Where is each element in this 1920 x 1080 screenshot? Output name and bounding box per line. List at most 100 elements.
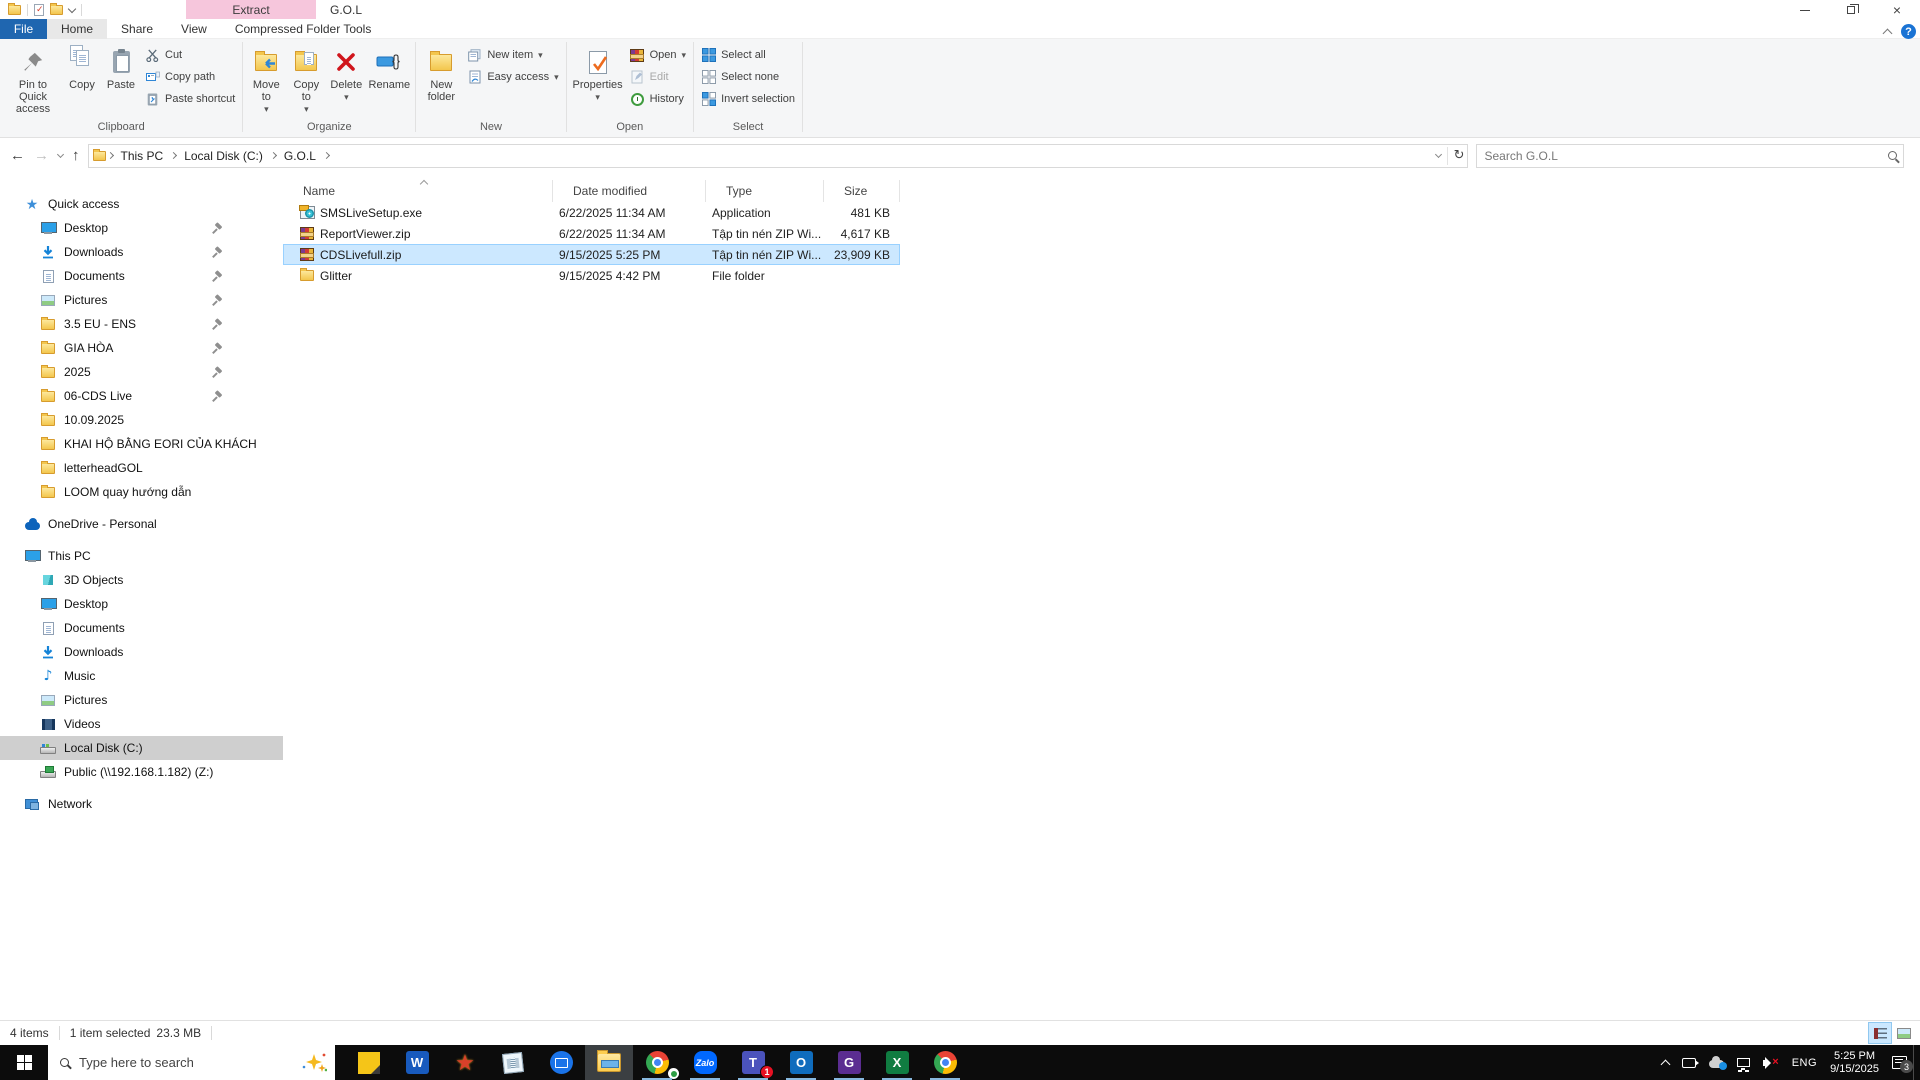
taskbar-search[interactable] [48,1045,335,1080]
network-tray-icon[interactable] [1736,1058,1750,1070]
search-input[interactable] [1482,147,1888,164]
address-dropdown-chevron-icon[interactable] [1434,150,1442,159]
tab-view[interactable]: View [167,19,221,39]
taskbar-app-chrome-1[interactable] [633,1045,681,1080]
details-view-button[interactable] [1868,1022,1892,1044]
open-button[interactable]: Open [630,45,686,65]
sidebar-item-06-cds-live[interactable]: 06-CDS Live [0,384,283,408]
recent-locations-chevron-icon[interactable] [56,150,65,159]
history-button[interactable]: History [630,89,686,109]
taskbar-app-zalo[interactable]: Zalo [681,1045,729,1080]
tab-share[interactable]: Share [107,19,167,39]
volume-muted-icon[interactable]: × [1762,1056,1779,1069]
column-header-name[interactable]: Name [283,179,553,202]
sidebar-item-khai-ho-bang-eori[interactable]: KHAI HỘ BẰNG EORI CỦA KHÁCH [0,432,283,456]
sidebar-item-pc-desktop[interactable]: Desktop [0,592,283,616]
copy-to-button[interactable]: Copy to [286,43,326,117]
breadcrumb-this-pc[interactable]: This PC [115,149,170,163]
sidebar-item-network[interactable]: Network [0,792,283,816]
copy-path-button[interactable]: Copy path [145,67,235,87]
sidebar-item-loom-quay-huong-dan[interactable]: LOOM quay hướng dẫn [0,480,283,504]
large-icons-view-button[interactable] [1892,1022,1916,1044]
new-folder-button[interactable]: New folder [419,43,463,105]
search-icon[interactable] [1887,151,1897,160]
rename-button[interactable]: Rename [366,43,412,93]
file-row-smslivesetup[interactable]: SMSLiveSetup.exe 6/22/2025 11:34 AM Appl… [283,202,900,223]
select-none-button[interactable]: Select none [701,67,795,87]
sidebar-item-gia-hoa[interactable]: GIA HÒA [0,336,283,360]
properties-button[interactable]: Properties [570,43,626,105]
clock[interactable]: 5:25 PM 9/15/2025 [1830,1050,1879,1076]
refresh-icon[interactable]: ↻ [1454,148,1465,163]
language-indicator[interactable]: ENG [1792,1057,1817,1069]
up-icon[interactable]: ↑ [72,147,80,164]
sidebar-item-letterheadgol[interactable]: letterheadGOL [0,456,283,480]
sidebar-item-pictures[interactable]: Pictures [0,288,283,312]
collapse-ribbon-icon[interactable] [1882,28,1893,39]
sidebar-item-10-09-2025[interactable]: 10.09.2025 [0,408,283,432]
breadcrumb[interactable]: This PC Local Disk (C:) G.O.L ↻ [87,143,1468,168]
close-button[interactable]: × [1874,0,1920,20]
invert-selection-button[interactable]: Invert selection [701,89,795,109]
delete-button[interactable]: Delete [326,43,366,105]
sidebar-item-desktop[interactable]: Desktop [0,216,283,240]
taskbar-app-chrome-2[interactable] [921,1045,969,1080]
copy-button[interactable]: Copy [63,43,101,93]
breadcrumb-local-disk-c[interactable]: Local Disk (C:) [178,149,269,163]
tab-home[interactable]: Home [47,19,108,39]
sidebar-item-downloads[interactable]: Downloads [0,240,283,264]
taskbar-app-ecus[interactable]: ★ [441,1045,489,1080]
taskbar-app-ultraviewer[interactable] [537,1045,585,1080]
taskbar-app-teams[interactable]: T 1 [729,1045,777,1080]
qat-folder-icon[interactable] [8,3,21,15]
minimize-button[interactable] [1782,0,1828,20]
sidebar-item-this-pc[interactable]: This PC [0,544,283,568]
sidebar-item-documents[interactable]: Documents [0,264,283,288]
help-icon[interactable]: ? [1901,24,1916,39]
sidebar-item-pc-pictures[interactable]: Pictures [0,688,283,712]
breadcrumb-gol[interactable]: G.O.L [278,149,322,163]
paste-shortcut-button[interactable]: Paste shortcut [145,89,235,109]
taskbar-app-word[interactable]: W [393,1045,441,1080]
taskbar-app-purple[interactable]: G [825,1045,873,1080]
sidebar-item-quick-access[interactable]: Quick access [0,192,283,216]
sidebar-item-pc-downloads[interactable]: Downloads [0,640,283,664]
column-header-size[interactable]: Size [824,180,900,202]
sidebar-item-pc-documents[interactable]: Documents [0,616,283,640]
file-row-cdslivefull-selected[interactable]: CDSLivefull.zip 9/15/2025 5:25 PM Tập ti… [283,244,900,265]
pin-to-quick-access-button[interactable]: Pin to Quick access [3,43,63,117]
taskbar-app-sticky-notes[interactable] [345,1045,393,1080]
column-header-date-modified[interactable]: Date modified [553,180,706,202]
sidebar-item-35-eu-ens[interactable]: 3.5 EU - ENS [0,312,283,336]
edit-button[interactable]: Edit [630,67,686,87]
taskbar-app-excel[interactable]: X [873,1045,921,1080]
new-item-button[interactable]: New item [467,45,558,65]
move-to-button[interactable]: Move to [246,43,286,117]
forward-icon[interactable]: → [34,147,49,164]
sidebar-item-onedrive[interactable]: OneDrive - Personal [0,512,283,536]
file-row-glitter[interactable]: Glitter 9/15/2025 4:42 PM File folder [283,265,900,286]
qat-properties-icon[interactable] [34,4,44,16]
meet-now-icon[interactable] [1681,1057,1699,1068]
qat-new-folder-icon[interactable] [50,3,63,15]
tab-file[interactable]: File [0,19,47,39]
sidebar-item-public-z[interactable]: Public (\\192.168.1.182) (Z:) [0,760,283,784]
back-icon[interactable]: ← [10,147,25,164]
easy-access-button[interactable]: Easy access [467,67,558,87]
taskbar-search-input[interactable] [77,1054,293,1071]
notification-center-icon[interactable]: 3 [1892,1056,1913,1073]
show-desktop-button[interactable] [1913,1045,1920,1080]
sidebar-item-music[interactable]: Music [0,664,283,688]
select-all-button[interactable]: Select all [701,45,795,65]
cut-button[interactable]: Cut [145,45,235,65]
tab-compressed-folder-tools[interactable]: Compressed Folder Tools [221,19,386,39]
qat-customize-chevron-icon[interactable] [67,4,77,13]
contextual-tab-header-extract[interactable]: Extract [186,0,316,19]
taskbar-app-file-explorer[interactable] [585,1045,633,1080]
taskbar-app-notepad[interactable] [489,1045,537,1080]
taskbar-app-outlook[interactable]: O [777,1045,825,1080]
sidebar-item-2025[interactable]: 2025 [0,360,283,384]
sidebar-item-videos[interactable]: Videos [0,712,283,736]
sidebar-item-local-disk-c[interactable]: Local Disk (C:) [0,736,283,760]
sidebar-item-3d-objects[interactable]: 3D Objects [0,568,283,592]
